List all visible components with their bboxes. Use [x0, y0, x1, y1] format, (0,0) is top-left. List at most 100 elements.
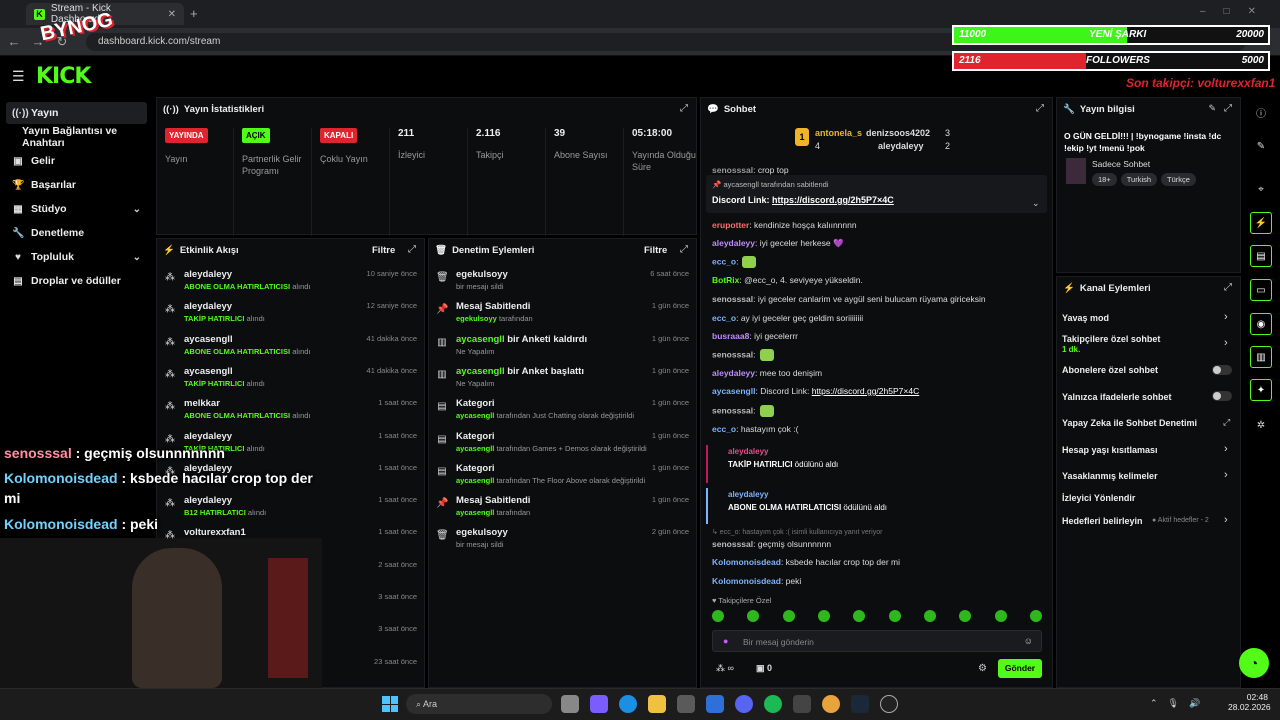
channel-action-emote-only[interactable]: Yalnızca ifadelerle sohbet — [1062, 392, 1172, 402]
chat-username[interactable]: Kolomonoisdead — [712, 576, 781, 586]
chat-icon[interactable]: ▭ — [1250, 279, 1272, 301]
event-user[interactable]: aleydaleyy — [184, 495, 232, 506]
windows-start-icon[interactable] — [382, 696, 398, 712]
mail-icon[interactable] — [706, 695, 724, 713]
event-user[interactable]: aleydaleyy — [184, 269, 232, 280]
event-user[interactable]: melkkar — [184, 398, 220, 409]
emote-icon[interactable] — [712, 610, 724, 622]
channel-action-subs-only[interactable]: Abonelere özel sohbet — [1062, 365, 1158, 375]
nav-item-basarilar[interactable]: 🏆 Başarılar — [6, 174, 147, 196]
close-tab-icon[interactable]: ✕ — [168, 9, 176, 20]
category-name[interactable]: Sadece Sohbet — [1092, 159, 1150, 169]
obs-icon[interactable] — [880, 695, 898, 713]
external-link-icon[interactable]: ⤢ — [1223, 417, 1230, 428]
nav-item-yayin[interactable]: ((·)) Yayın — [6, 102, 147, 124]
new-tab-icon[interactable]: + — [190, 6, 198, 21]
nav-item-studyo[interactable]: ▦ Stüdyo ⌄ — [6, 198, 147, 220]
chat-message[interactable]: senosssal: geçmiş olsunnnnnn — [712, 539, 831, 549]
steam-icon[interactable] — [851, 695, 869, 713]
emote-icon[interactable] — [747, 610, 760, 622]
event-row[interactable]: 3 saat önce — [162, 590, 419, 620]
chat-message[interactable]: aleydaleyy: mee too denişim — [712, 368, 822, 378]
emote-icon[interactable] — [888, 610, 901, 622]
chat-message[interactable]: erupotter: kendinize hoşça kalıınnnnn — [712, 220, 857, 230]
expand-icon[interactable]: ⤢ — [680, 103, 688, 114]
broadcast-icon[interactable]: ◉ — [1250, 313, 1272, 335]
mod-detail-user[interactable]: aycasengll — [456, 411, 494, 420]
chat-username[interactable]: senosssal — [712, 165, 753, 175]
channel-action-goals[interactable]: Hedefleri belirleyin — [1062, 516, 1143, 526]
chat-message[interactable]: aycasengll: Discord Link: https://discor… — [712, 386, 919, 396]
store-icon[interactable] — [677, 695, 695, 713]
subs-only-toggle[interactable] — [1212, 365, 1232, 375]
gifter-2-name[interactable]: denizsoos4202 — [866, 128, 930, 138]
nav-item-denetleme[interactable]: 🔧 Denetleme — [6, 222, 147, 244]
send-button[interactable]: Gönder — [998, 659, 1042, 678]
chat-message[interactable]: busraaa8: iyi gecelerrr — [712, 331, 798, 341]
event-user[interactable]: aycasengll — [184, 334, 233, 345]
mod-detail-user[interactable]: egekulsoyy — [456, 314, 497, 323]
channel-action-raid[interactable]: İzleyici Yönlendir — [1062, 493, 1135, 503]
tag[interactable]: Turkish — [1120, 173, 1158, 186]
event-user[interactable]: volturexxfan1 — [184, 527, 246, 538]
lightning-icon[interactable]: ⚡ — [1250, 212, 1272, 234]
emote-icon[interactable] — [994, 610, 1007, 622]
mod-detail-user[interactable]: aycasengll — [456, 476, 494, 485]
chevron-right-icon[interactable]: › — [1224, 311, 1228, 323]
trash-icon[interactable]: ▥ — [1250, 346, 1272, 368]
chrome-icon[interactable] — [822, 695, 840, 713]
back-icon[interactable]: ← — [6, 34, 22, 49]
info-icon[interactable]: ⓘ — [1250, 101, 1272, 123]
taskbar-search[interactable]: ⌕ Ara — [406, 694, 552, 714]
kick-logo[interactable]: KICK — [36, 64, 91, 89]
event-row[interactable]: ⁂ aleydaleyy ABONE OLMA HATIRLATICISI alın… — [162, 267, 419, 297]
event-user[interactable]: aleydaleyy — [184, 431, 232, 442]
chat-username[interactable]: BotRix — [712, 275, 739, 285]
wrench-icon[interactable]: ✦ — [1250, 379, 1272, 401]
chat-input-placeholder[interactable]: Bir mesaj gönderin — [743, 637, 814, 647]
mod-row[interactable]: ▤ Kategori aycasengll tarafından The Floor… — [434, 461, 691, 491]
chevron-right-icon[interactable]: › — [1224, 337, 1228, 349]
chat-message[interactable]: senosssal: crop top — [712, 165, 789, 175]
chat-message[interactable]: BotRix: @ecc_o, 4. seviyeye yükseldin. — [712, 275, 863, 285]
event-row[interactable]: 3 saat önce — [162, 622, 419, 652]
chat-username[interactable]: busraaa8 — [712, 331, 749, 341]
event-row[interactable]: 2 saat önce — [162, 558, 419, 588]
discord-icon[interactable] — [735, 695, 753, 713]
filter-button[interactable]: Filtre — [372, 245, 395, 256]
chat-username[interactable]: senosssal — [712, 539, 753, 549]
chat-username[interactable]: senosssal — [712, 349, 753, 359]
chat-username[interactable]: aycasengll — [712, 386, 755, 396]
mod-detail-user[interactable]: aycasengll — [456, 444, 494, 453]
chat-message[interactable]: senosssal: — [712, 349, 774, 361]
event-row[interactable]: ⁂ volturexxfan1 1 saat önce — [162, 525, 419, 555]
support-chat-icon[interactable]: ◔ — [1239, 648, 1269, 678]
chat-message[interactable]: ecc_o: ay iyi geceler geç geldim soriiii… — [712, 313, 863, 323]
expand-icon[interactable]: ⤢ — [408, 244, 416, 255]
event-row[interactable]: 23 saat önce — [162, 655, 419, 685]
channel-action-ai-mod[interactable]: Yapay Zeka ile Sohbet Denetimi — [1062, 418, 1197, 428]
mod-row[interactable]: 📌 Mesaj Sabitlendi egekulsoyy tarafından 1 … — [434, 299, 691, 329]
discord-link[interactable]: https://discord.gg/2h5P7×4C — [812, 386, 920, 396]
emote-icon[interactable] — [817, 610, 830, 622]
chat-message[interactable]: aleydaleyy: iyi geceler herkese 💜 — [712, 238, 844, 249]
event-user[interactable]: aycasengll — [184, 366, 233, 377]
channel-action-slow-mode[interactable]: Yavaş mod — [1062, 313, 1109, 323]
chat-message[interactable]: ecc_o: hastayım çok :( — [712, 424, 798, 434]
settings-icon[interactable]: ✲ — [1250, 414, 1272, 436]
event-row[interactable]: ⁂ melkkar ABONE OLMA HATIRLATICISI alındı 1… — [162, 396, 419, 426]
mod-row[interactable]: ▥ aycasengll bir Anket başlattı Ne Yapalım… — [434, 364, 691, 394]
focus-icon[interactable]: ⌖ — [1250, 178, 1272, 200]
emoji-icon[interactable]: ☺ — [1024, 636, 1033, 646]
mic-icon[interactable]: ● — [723, 636, 728, 646]
expand-icon[interactable]: ⤢ — [1036, 103, 1044, 114]
chevron-right-icon[interactable]: › — [1224, 443, 1228, 455]
filter-button[interactable]: Filtre — [644, 245, 667, 256]
chevron-right-icon[interactable]: › — [1224, 469, 1228, 481]
emote-icon[interactable] — [782, 610, 795, 622]
channel-action-account-age[interactable]: Hesap yaşı kısıtlaması — [1062, 445, 1158, 455]
spotify-icon[interactable] — [764, 695, 782, 713]
expand-icon[interactable]: ⤢ — [1224, 282, 1232, 293]
expand-icon[interactable]: ⤢ — [680, 244, 688, 255]
file-explorer-icon[interactable] — [648, 695, 666, 713]
